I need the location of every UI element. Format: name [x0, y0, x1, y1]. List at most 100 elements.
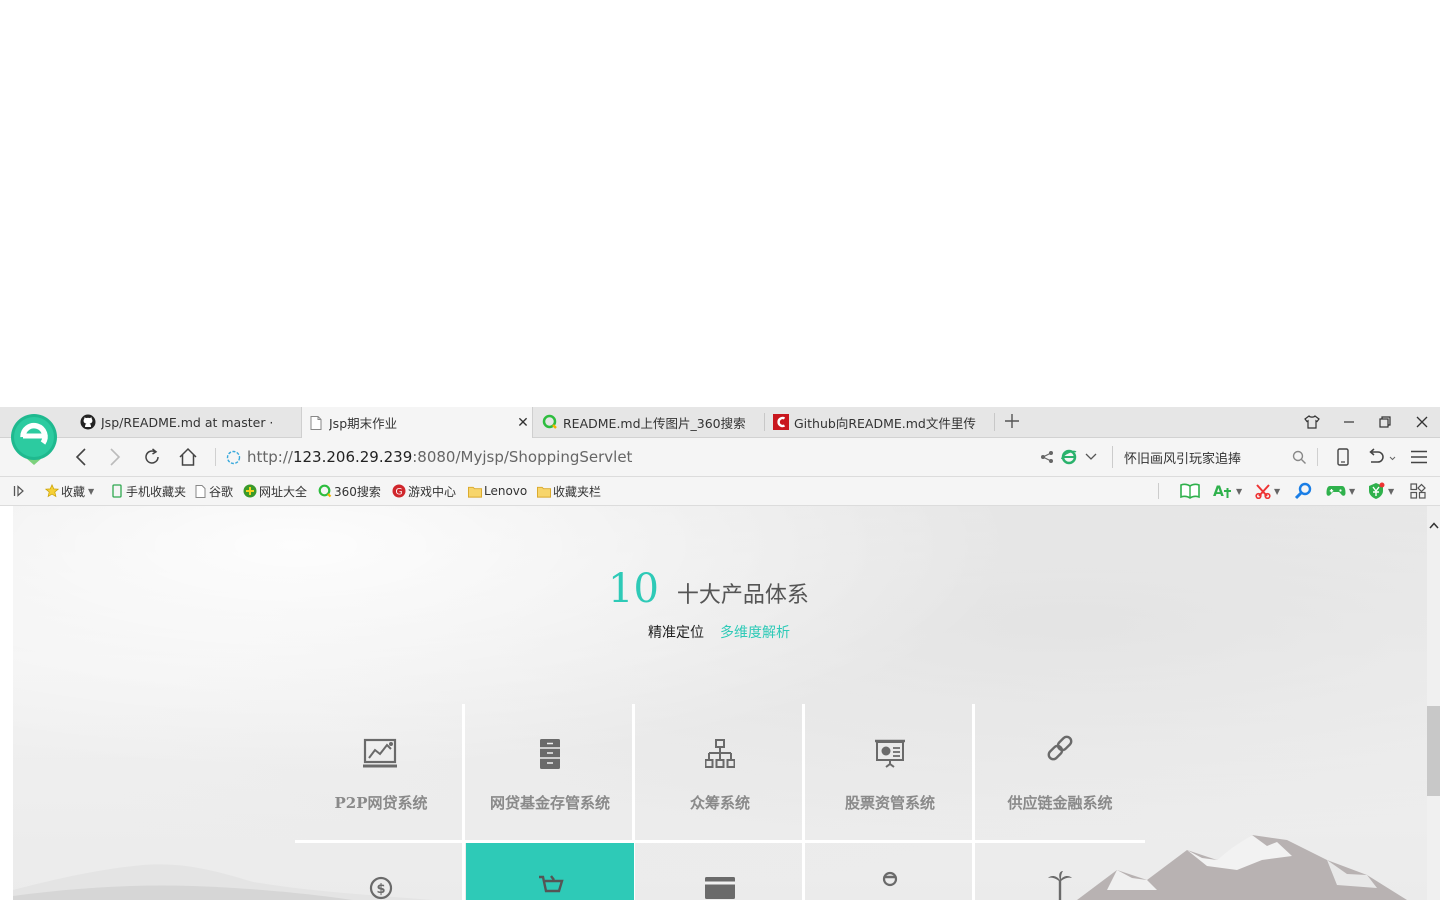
sidebar-toggle-icon[interactable]	[13, 482, 25, 500]
search-icon[interactable]	[1294, 481, 1312, 501]
search-input[interactable]: 怀旧画风引玩家追捧	[1112, 446, 1312, 468]
tab-bar: Jsp/README.md at master · Jsp期末作业 ✕ READ…	[0, 407, 1440, 438]
mobile-icon[interactable]	[1330, 445, 1356, 469]
section-title: 十大产品体系	[676, 583, 809, 608]
bookmark-folder-lenovo[interactable]: Lenovo	[468, 482, 527, 500]
product-cell-highlighted[interactable]	[466, 843, 634, 900]
money-cycle-icon: $	[297, 873, 465, 900]
address-bar: http://123.206.29.239:8080/Myjsp/Shoppin…	[0, 438, 1440, 477]
bookmark-label: 手机收藏夹	[126, 484, 187, 499]
chevron-down-icon[interactable]	[1078, 445, 1104, 469]
product-fund-custody[interactable]: 网贷基金存管系统	[466, 706, 634, 840]
product-cell[interactable]	[806, 843, 974, 900]
tab-title: Github向README.md文件里传	[794, 415, 976, 431]
bookmark-label: Lenovo	[484, 484, 528, 498]
url-path: :8080/Myjsp/ShoppingServlet	[412, 448, 633, 466]
close-icon[interactable]: ✕	[514, 415, 532, 431]
wallet-yen-icon[interactable]: ▼	[1367, 481, 1394, 501]
product-label: 股票资管系统	[844, 794, 935, 812]
chevron-down-icon: ▼	[1388, 486, 1395, 496]
new-tab-button[interactable]	[1002, 411, 1022, 433]
github-icon	[80, 414, 96, 430]
url-scheme: http://	[247, 448, 293, 466]
bookmark-360-search[interactable]: 360搜索	[318, 482, 381, 500]
tab-csdn[interactable]: Github向README.md文件里传	[767, 407, 993, 437]
reader-icon[interactable]	[1180, 481, 1200, 501]
star-icon	[45, 484, 59, 498]
link-icon	[976, 730, 1144, 766]
bookmark-game-center[interactable]: G 游戏中心	[392, 482, 456, 500]
browser-logo-icon[interactable]	[10, 413, 58, 465]
divider	[1317, 448, 1318, 466]
section-heading: 10 十大产品体系	[608, 566, 809, 612]
scrollbar-thumb[interactable]	[1427, 706, 1440, 796]
browser-window: Jsp/README.md at master · Jsp期末作业 ✕ READ…	[0, 407, 1440, 900]
refresh-button[interactable]	[139, 445, 165, 469]
product-crowdfunding[interactable]: 众筹系统	[636, 706, 804, 840]
subtitle-right: 多维度解析	[720, 625, 790, 641]
forward-button[interactable]	[102, 445, 128, 469]
subtitle-left: 精准定位	[648, 625, 704, 641]
tab-title: Jsp/README.md at master ·	[101, 414, 274, 430]
credit-card-icon	[636, 873, 804, 900]
bookmark-label: 谷歌	[209, 484, 234, 499]
phone-icon	[110, 484, 124, 498]
section-subtitle: 精准定位 多维度解析	[648, 622, 790, 642]
palm-tree-icon	[976, 870, 1144, 900]
360-search-icon	[318, 484, 332, 498]
gamepad-icon[interactable]: ▼	[1326, 481, 1355, 501]
bookmark-url-directory[interactable]: 网址大全	[243, 482, 307, 500]
bookmark-google[interactable]: 谷歌	[193, 482, 233, 500]
bookmark-favorites[interactable]: 收藏 ▼	[45, 482, 94, 500]
svg-text:A: A	[1213, 484, 1224, 500]
url-field[interactable]: http://123.206.29.239:8080/Myjsp/Shoppin…	[226, 447, 632, 467]
scrollbar[interactable]	[1427, 506, 1440, 900]
bookmarks-bar: 收藏 ▼ 手机收藏夹 谷歌 网址大全 360搜索 G 游戏中心 Lenovo 收…	[0, 477, 1440, 506]
product-p2p[interactable]: P2P网贷系统	[297, 706, 465, 840]
tab-divider	[764, 413, 765, 431]
bookmark-folder-favorites-bar[interactable]: 收藏夹栏	[537, 482, 601, 500]
360-search-icon	[542, 414, 558, 430]
product-cell[interactable]	[636, 843, 804, 900]
bookmark-label: 收藏	[61, 484, 86, 499]
back-button[interactable]	[68, 445, 94, 469]
page-icon	[308, 415, 324, 431]
shopping-cart-icon	[466, 873, 634, 900]
globe-icon	[243, 484, 257, 498]
close-window-button[interactable]	[1404, 407, 1440, 437]
minimize-button[interactable]	[1331, 407, 1367, 437]
apps-grid-icon[interactable]	[1410, 481, 1426, 501]
divider	[215, 448, 216, 466]
undo-close-icon[interactable]	[1364, 445, 1398, 469]
svg-text:G: G	[396, 488, 403, 498]
product-cell[interactable]	[976, 843, 1144, 900]
site-info-icon[interactable]	[226, 450, 241, 465]
scroll-up-icon[interactable]	[1427, 518, 1440, 532]
product-stock-asset[interactable]: 股票资管系统	[806, 706, 974, 840]
divider	[1158, 483, 1159, 499]
product-label: P2P网贷系统	[334, 794, 428, 812]
org-chart-icon	[636, 736, 804, 772]
home-button[interactable]	[175, 445, 201, 469]
page-icon	[193, 484, 207, 498]
restore-button[interactable]	[1367, 407, 1403, 437]
menu-icon[interactable]	[1406, 445, 1432, 469]
tab-github-readme[interactable]: Jsp/README.md at master ·	[74, 407, 300, 437]
tab-360-search[interactable]: README.md上传图片_360搜索	[536, 407, 762, 437]
product-supply-chain[interactable]: 供应链金融系统	[976, 706, 1144, 840]
product-cell[interactable]: $	[297, 843, 465, 900]
tab-title: Jsp期末作业	[329, 416, 398, 431]
chart-monitor-icon	[297, 736, 465, 772]
tab-divider	[994, 413, 995, 431]
product-label: 网贷基金存管系统	[489, 794, 610, 812]
product-label: 众筹系统	[689, 794, 750, 812]
tab-jsp-homework[interactable]: Jsp期末作业 ✕	[301, 407, 533, 438]
skin-button[interactable]	[1294, 407, 1330, 437]
product-label: 供应链金融系统	[1007, 794, 1113, 812]
search-icon[interactable]	[1286, 445, 1312, 469]
game-center-icon: G	[392, 484, 406, 498]
tab-title: README.md上传图片_360搜索	[563, 415, 746, 431]
screenshot-scissors-icon[interactable]: ▼	[1255, 481, 1280, 501]
translate-icon[interactable]: A ▼	[1213, 481, 1242, 501]
bookmark-mobile[interactable]: 手机收藏夹	[110, 482, 186, 500]
